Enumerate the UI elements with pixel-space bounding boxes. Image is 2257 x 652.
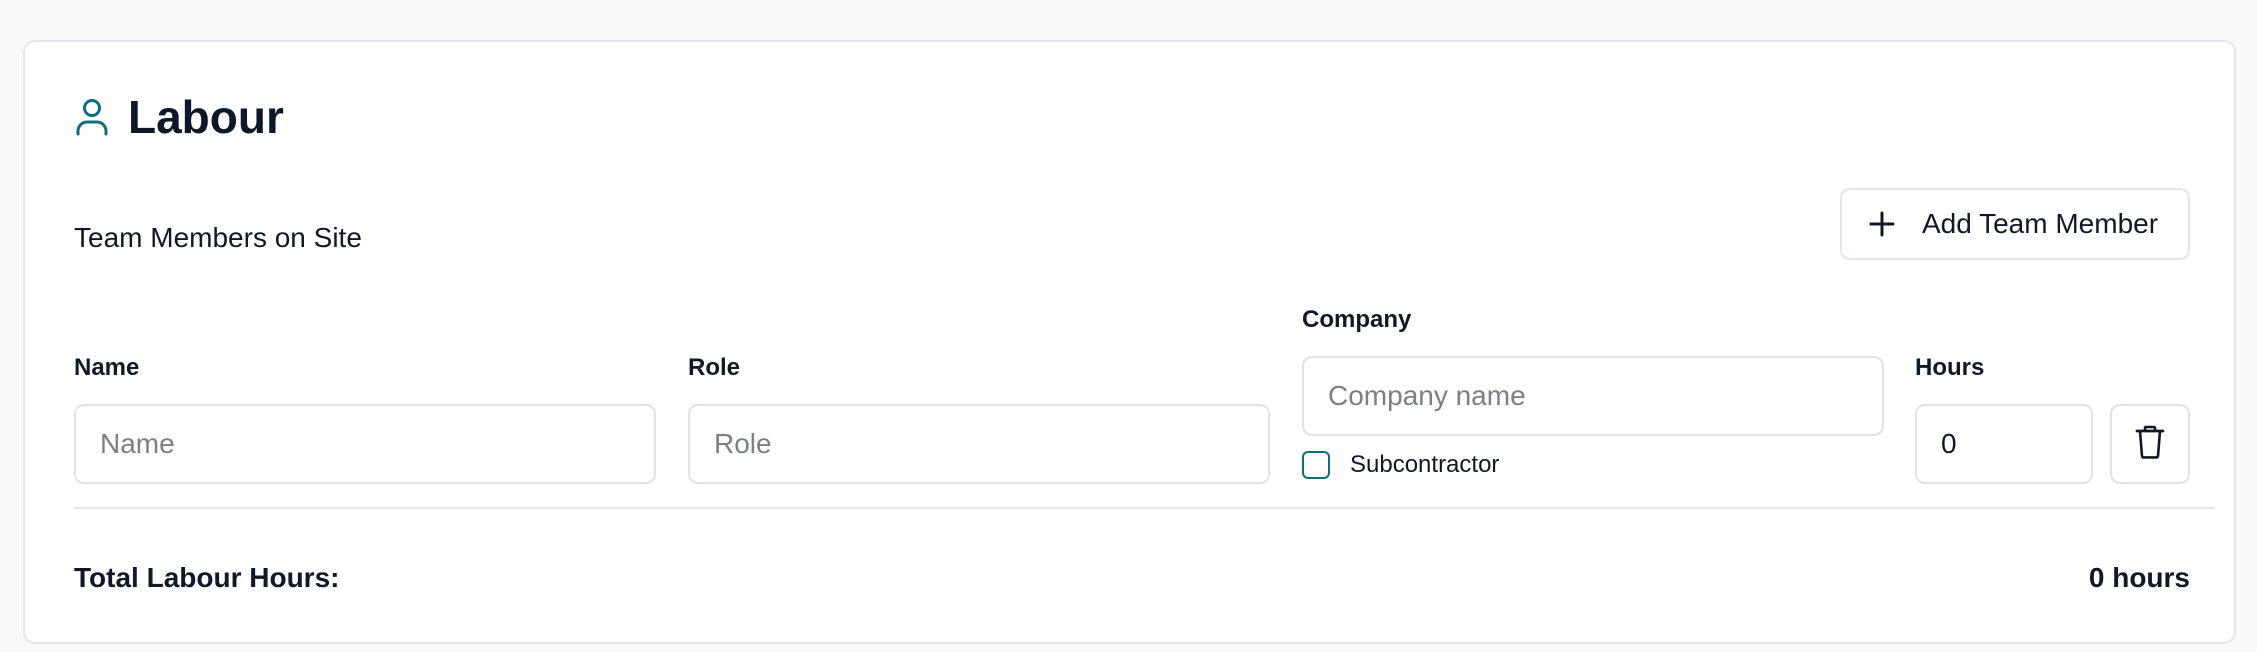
name-label: Name (74, 354, 140, 381)
role-label: Role (688, 354, 741, 381)
trash-icon (2135, 425, 2165, 464)
labour-card: Labour Team Members on Site Add Team Mem… (23, 40, 2236, 644)
team-members-heading: Team Members on Site (74, 222, 362, 253)
subcontractor-option[interactable]: Subcontractor (1302, 451, 1499, 479)
hours-input[interactable] (1915, 404, 2093, 484)
company-label: Company (1302, 306, 1412, 333)
role-input[interactable] (688, 404, 1270, 484)
total-labour-hours-label: Total Labour Hours: (74, 562, 340, 593)
section-header: Labour (74, 90, 284, 144)
plus-icon (1868, 210, 1896, 238)
total-labour-hours-value: 0 hours (2088, 562, 2190, 593)
add-team-member-button[interactable]: Add Team Member (1840, 188, 2190, 260)
section-divider (74, 507, 2215, 509)
section-title: Labour (128, 91, 284, 143)
user-icon (74, 95, 110, 139)
delete-member-button[interactable] (2110, 404, 2190, 484)
subcontractor-checkbox[interactable] (1302, 451, 1330, 479)
hours-label: Hours (1915, 354, 1985, 381)
add-team-member-label: Add Team Member (1922, 208, 2159, 239)
subcontractor-label: Subcontractor (1350, 451, 1500, 478)
name-input[interactable] (74, 404, 656, 484)
company-input[interactable] (1302, 356, 1884, 436)
